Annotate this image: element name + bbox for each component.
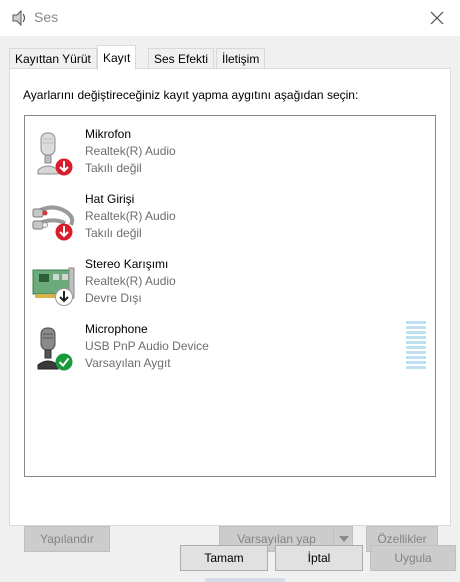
instruction-text: Ayarlarını değiştireceğiniz kayıt yapma …: [23, 88, 359, 102]
default-check-icon: [55, 353, 73, 371]
tab-sound-effects[interactable]: Ses Efekti: [148, 48, 215, 69]
chevron-down-icon: [339, 536, 349, 542]
device-name: Stereo Karışımı: [85, 257, 169, 271]
level-meter: [406, 321, 426, 369]
device-state: Takılı değil: [85, 161, 142, 175]
tab-recording[interactable]: Kayıt: [97, 45, 137, 70]
close-icon: [430, 11, 444, 25]
cancel-button[interactable]: İptal: [275, 545, 363, 571]
speaker-icon: [10, 9, 28, 27]
device-description: Realtek(R) Audio: [85, 274, 176, 288]
device-description: USB PnP Audio Device: [85, 339, 209, 353]
window-title: Ses: [34, 9, 59, 25]
device-state: Devre Dışı: [85, 291, 142, 305]
device-name: Microphone: [85, 322, 148, 336]
dialog-body: Kayıttan Yürüt Kayıt Ses Efekti İletişim…: [0, 36, 460, 582]
device-state: Varsayılan Aygıt: [85, 356, 171, 370]
tab-communications[interactable]: İletişim: [216, 48, 266, 69]
unplugged-arrow-icon: [55, 223, 73, 241]
device-item-stereo-karisimi[interactable]: Stereo Karışımı Realtek(R) Audio Devre D…: [25, 256, 435, 316]
device-item-mikrofon[interactable]: Mikrofon Realtek(R) Audio Takılı değil: [25, 126, 435, 186]
device-state: Takılı değil: [85, 226, 142, 240]
unplugged-arrow-icon: [55, 158, 73, 176]
title-bar: Ses: [0, 0, 460, 36]
device-description: Realtek(R) Audio: [85, 209, 176, 223]
ok-button[interactable]: Tamam: [180, 545, 268, 571]
device-item-hat-girisi[interactable]: Hat Girişi Realtek(R) Audio Takılı değil: [25, 191, 435, 251]
disabled-arrow-icon: [55, 288, 73, 306]
close-button[interactable]: [414, 0, 460, 36]
device-name: Mikrofon: [85, 127, 132, 141]
device-item-microphone[interactable]: Microphone USB PnP Audio Device Varsayıl…: [25, 321, 435, 381]
configure-button[interactable]: Yapılandır: [24, 526, 110, 552]
apply-button[interactable]: Uygula: [370, 545, 456, 571]
device-list[interactable]: Mikrofon Realtek(R) Audio Takılı değil H…: [24, 115, 436, 477]
tab-playback[interactable]: Kayıttan Yürüt: [9, 48, 97, 69]
device-name: Hat Girişi: [85, 192, 135, 206]
tab-panel: Ayarlarını değiştireceğiniz kayıt yapma …: [9, 68, 451, 552]
device-description: Realtek(R) Audio: [85, 144, 176, 158]
background-window-edge: [205, 578, 285, 582]
